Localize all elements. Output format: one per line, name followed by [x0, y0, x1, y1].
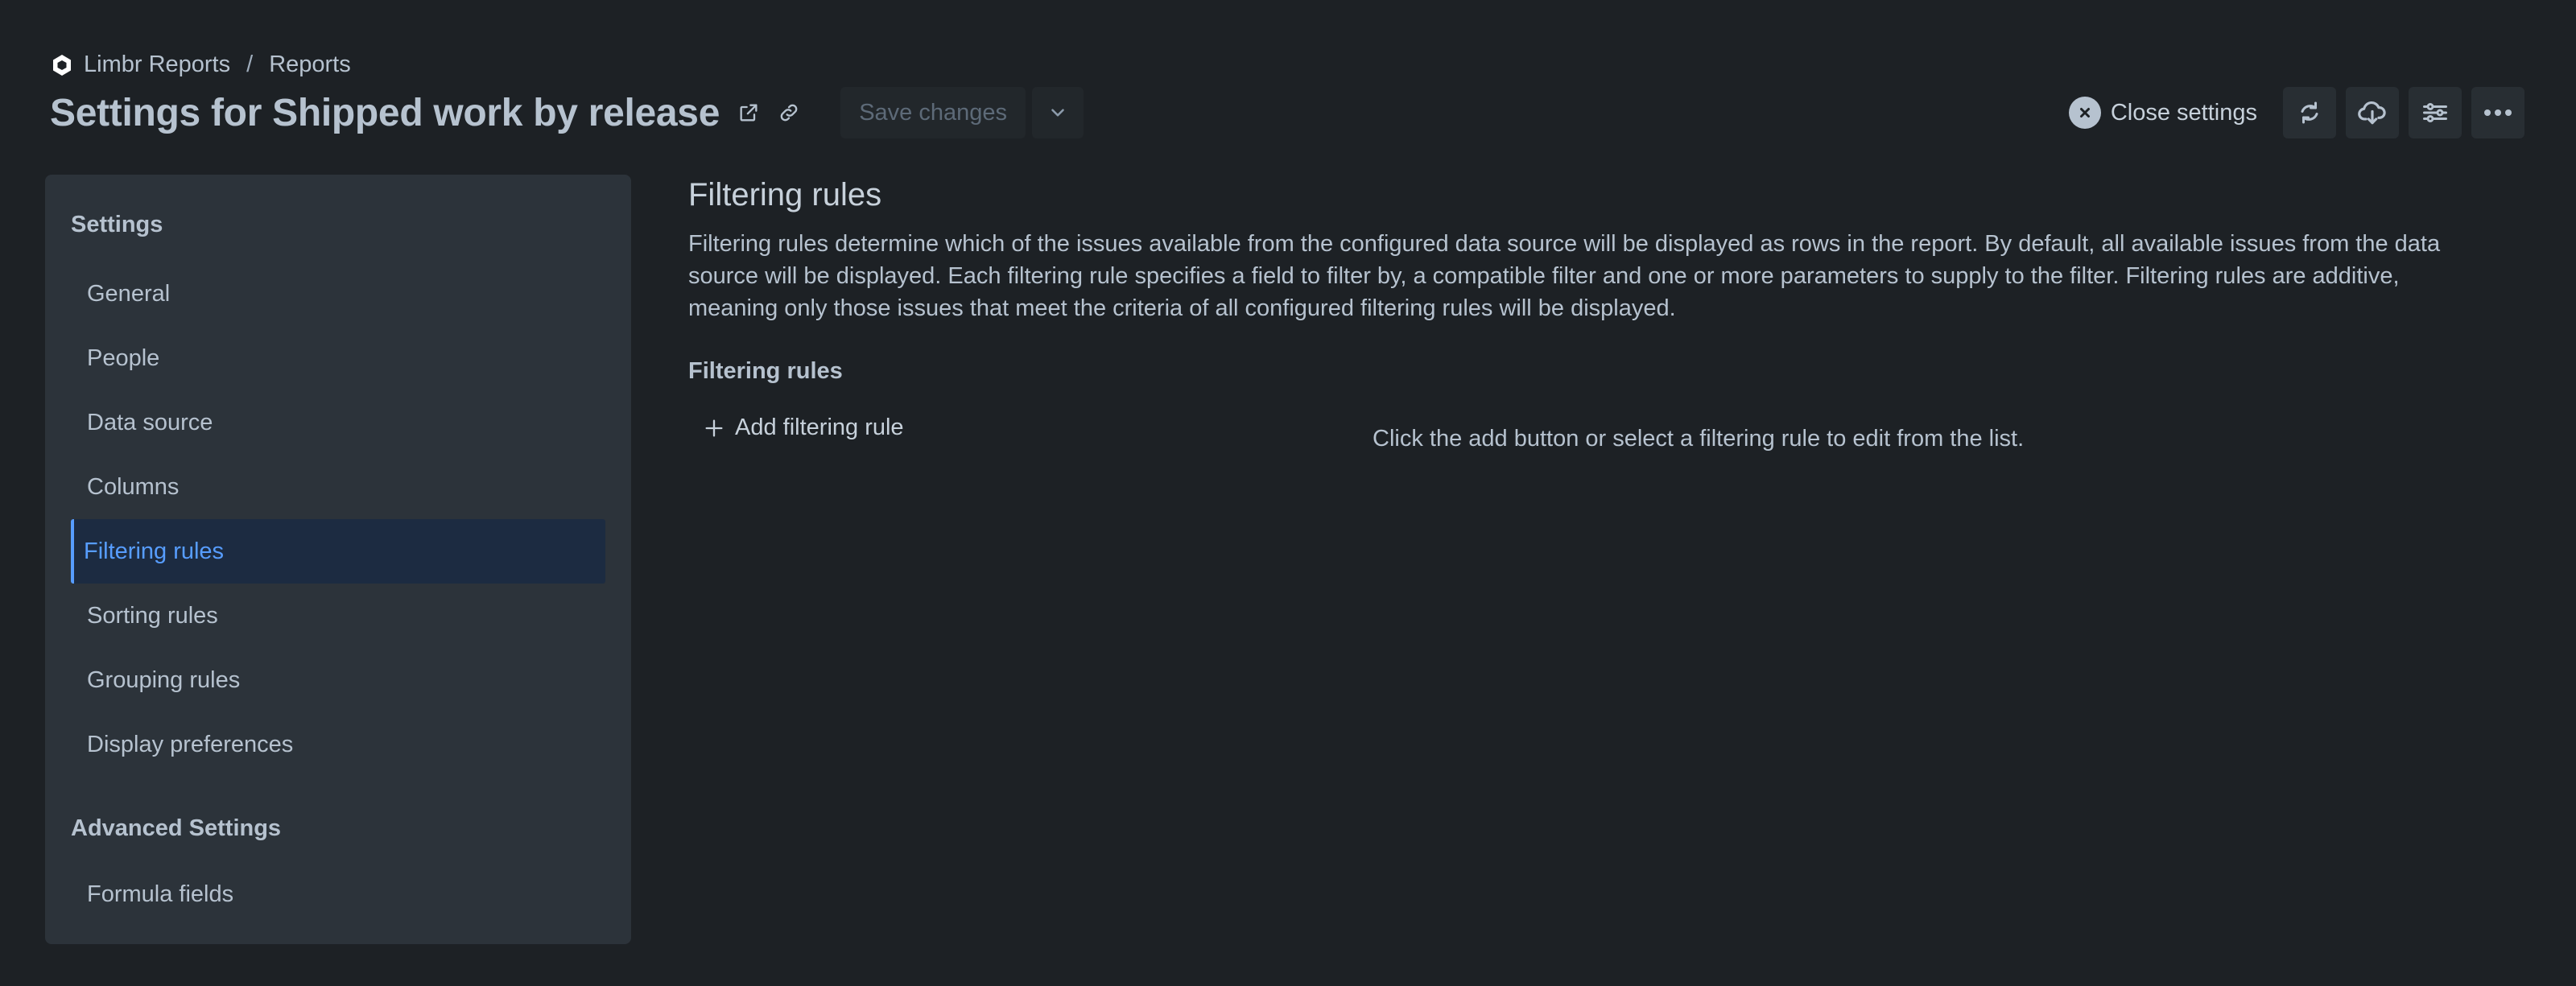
breadcrumb: Limbr Reports / Reports [50, 52, 351, 78]
adjust-button[interactable] [2409, 87, 2462, 138]
save-options-dropdown[interactable] [1032, 87, 1084, 138]
section-heading: Filtering rules [688, 177, 882, 212]
sidebar-item-general[interactable]: General [71, 262, 605, 326]
sidebar-item-formula-fields[interactable]: Formula fields [71, 862, 605, 926]
sidebar-item-columns[interactable]: Columns [71, 455, 605, 519]
section-description: Filtering rules determine which of the i… [688, 231, 2441, 321]
external-link-icon[interactable] [734, 98, 763, 127]
more-actions-button[interactable] [2471, 87, 2524, 138]
sidebar-item-filtering-rules[interactable]: Filtering rules [71, 519, 605, 584]
sidebar-item-data-source[interactable]: Data source [71, 390, 605, 455]
download-button[interactable] [2346, 87, 2399, 138]
close-settings-label: Close settings [2110, 99, 2257, 126]
breadcrumb-app-link[interactable]: Limbr Reports [84, 52, 230, 78]
empty-state-message: Click the add button or select a filteri… [1373, 426, 2025, 452]
cloud-download-icon [2357, 97, 2388, 128]
sidebar-item-people[interactable]: People [71, 326, 605, 390]
settings-nav: General People Data source Columns Filte… [71, 262, 605, 777]
refresh-icon [2295, 98, 2324, 127]
settings-heading: Settings [71, 212, 163, 237]
advanced-settings-heading: Advanced Settings [71, 815, 282, 841]
rules-list-heading: Filtering rules [688, 358, 843, 384]
more-horizontal-icon [2482, 108, 2514, 118]
sliders-icon [2421, 98, 2450, 127]
settings-sidebar: Settings General People Data source Colu… [45, 175, 631, 944]
limbr-logo-icon [50, 53, 74, 77]
advanced-settings-nav: Formula fields [71, 862, 605, 926]
chevron-down-icon [1047, 102, 1068, 123]
sidebar-item-display-preferences[interactable]: Display preferences [71, 712, 605, 777]
header: Limbr Reports / Reports Settings for Shi… [50, 48, 2524, 138]
refresh-button[interactable] [2283, 87, 2336, 138]
add-filtering-rule-label: Add filtering rule [735, 415, 904, 440]
close-settings-button[interactable]: Close settings [2068, 97, 2257, 129]
close-circle-icon [2068, 97, 2101, 129]
save-changes-button[interactable]: Save changes [840, 87, 1026, 138]
plus-icon [703, 417, 725, 439]
breadcrumb-reports-link[interactable]: Reports [269, 52, 351, 78]
breadcrumb-separator: / [246, 52, 254, 77]
page-title: Settings for Shipped work by release [50, 91, 720, 134]
link-icon[interactable] [774, 98, 803, 127]
filtering-rules-panel: Filtering rules Filtering rules determin… [688, 175, 2532, 452]
add-filtering-rule-button[interactable]: Add filtering rule [703, 415, 904, 441]
sidebar-item-grouping-rules[interactable]: Grouping rules [71, 648, 605, 712]
sidebar-item-sorting-rules[interactable]: Sorting rules [71, 584, 605, 648]
